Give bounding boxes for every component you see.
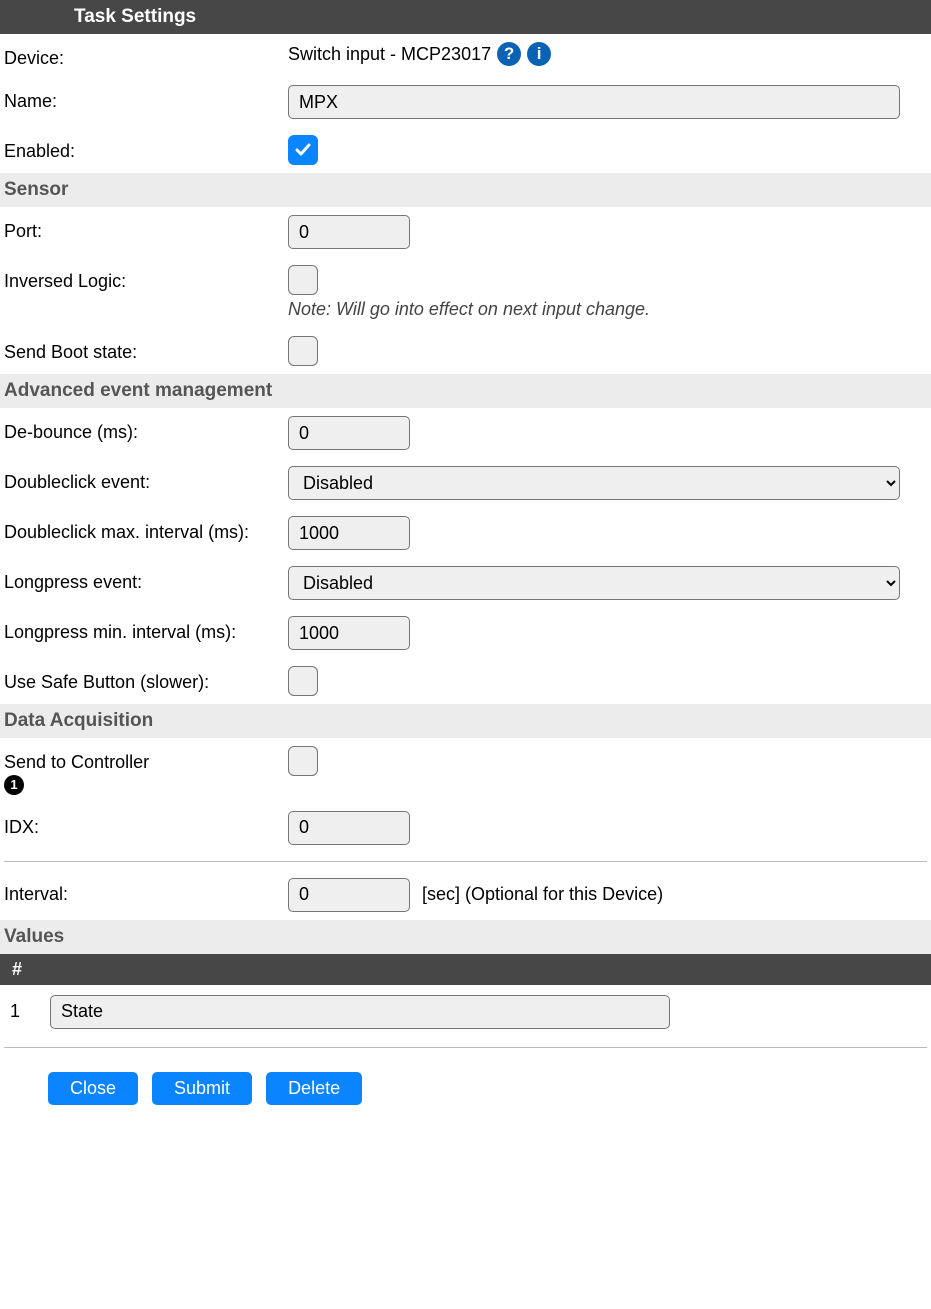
- dblclick-event-row: Doubleclick event: Disabled: [0, 458, 931, 508]
- info-icon[interactable]: i: [527, 42, 551, 66]
- separator: [4, 861, 927, 862]
- idx-label: IDX:: [4, 811, 288, 838]
- advanced-header: Advanced event management: [0, 374, 931, 408]
- interval-row: Interval: [sec] (Optional for this Devic…: [0, 870, 931, 920]
- value-index: 1: [4, 1001, 42, 1022]
- values-section-header: Values: [0, 920, 931, 954]
- inversed-checkbox[interactable]: [288, 265, 318, 295]
- sendboot-checkbox[interactable]: [288, 336, 318, 366]
- submit-button[interactable]: Submit: [152, 1072, 252, 1105]
- port-label: Port:: [4, 215, 288, 242]
- debounce-input[interactable]: [288, 416, 410, 450]
- dblclick-event-select[interactable]: Disabled: [288, 466, 900, 500]
- separator: [4, 1047, 927, 1048]
- table-row: 1: [0, 985, 931, 1039]
- dblclick-max-label: Doubleclick max. interval (ms):: [4, 516, 288, 543]
- safebutton-label: Use Safe Button (slower):: [4, 666, 288, 693]
- acquisition-header: Data Acquisition: [0, 704, 931, 738]
- longpress-event-row: Longpress event: Disabled: [0, 558, 931, 608]
- device-label: Device:: [4, 42, 288, 69]
- inversed-row: Inversed Logic:: [0, 257, 931, 297]
- values-table-header: #: [0, 954, 931, 985]
- longpress-min-input[interactable]: [288, 616, 410, 650]
- interval-input[interactable]: [288, 878, 410, 912]
- port-input[interactable]: [288, 215, 410, 249]
- value-name-input[interactable]: [50, 995, 670, 1029]
- controller-badge-icon: 1: [4, 775, 24, 795]
- idx-row: IDX:: [0, 803, 931, 853]
- longpress-min-label: Longpress min. interval (ms):: [4, 616, 288, 643]
- device-value: Switch input - MCP23017: [288, 44, 491, 65]
- debounce-label: De-bounce (ms):: [4, 416, 288, 443]
- interval-label: Interval:: [4, 878, 288, 905]
- delete-button[interactable]: Delete: [266, 1072, 362, 1105]
- dblclick-max-row: Doubleclick max. interval (ms):: [0, 508, 931, 558]
- dblclick-max-input[interactable]: [288, 516, 410, 550]
- enabled-row: Enabled:: [0, 127, 931, 173]
- sendboot-label: Send Boot state:: [4, 336, 288, 363]
- button-bar: Close Submit Delete: [0, 1056, 931, 1125]
- longpress-min-row: Longpress min. interval (ms):: [0, 608, 931, 658]
- sendboot-row: Send Boot state:: [0, 328, 931, 374]
- name-label: Name:: [4, 85, 288, 112]
- dblclick-event-label: Doubleclick event:: [4, 466, 288, 493]
- help-icon[interactable]: ?: [497, 42, 521, 66]
- safebutton-row: Use Safe Button (slower):: [0, 658, 931, 704]
- device-row: Device: Switch input - MCP23017 ? i: [0, 34, 931, 77]
- sendctrl-checkbox[interactable]: [288, 746, 318, 776]
- enabled-label: Enabled:: [4, 135, 288, 162]
- longpress-event-label: Longpress event:: [4, 566, 288, 593]
- safebutton-checkbox[interactable]: [288, 666, 318, 696]
- debounce-row: De-bounce (ms):: [0, 408, 931, 458]
- longpress-event-select[interactable]: Disabled: [288, 566, 900, 600]
- inversed-label: Inversed Logic:: [4, 265, 288, 292]
- page-title: Task Settings: [0, 0, 931, 34]
- name-input[interactable]: [288, 85, 900, 119]
- idx-input[interactable]: [288, 811, 410, 845]
- sendctrl-row: Send to Controller 1: [0, 738, 931, 803]
- inversed-note: Note: Will go into effect on next input …: [0, 297, 931, 328]
- sendctrl-label: Send to Controller 1: [4, 746, 288, 795]
- interval-suffix: [sec] (Optional for this Device): [422, 884, 663, 905]
- sensor-header: Sensor: [0, 173, 931, 207]
- port-row: Port:: [0, 207, 931, 257]
- name-row: Name:: [0, 77, 931, 127]
- enabled-checkbox[interactable]: [288, 135, 318, 165]
- close-button[interactable]: Close: [48, 1072, 138, 1105]
